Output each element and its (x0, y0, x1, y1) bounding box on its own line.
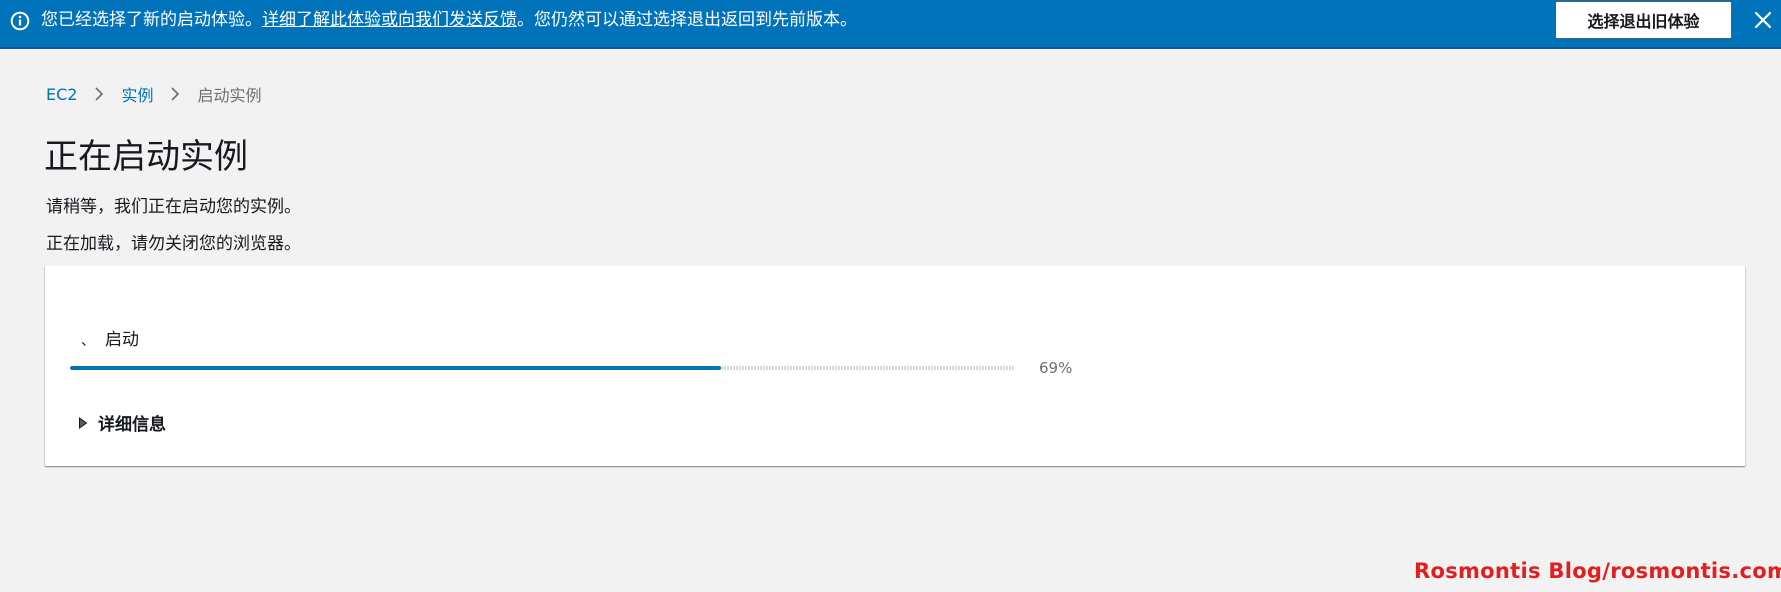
breadcrumb: EC2 实例 启动实例 (46, 82, 262, 106)
banner-text-after: 。您仍然可以通过选择退出返回到先前版本。 (517, 10, 857, 30)
flash-banner: 您已经选择了新的启动体验。详细了解此体验或向我们发送反馈。您仍然可以通过选择退出… (0, 0, 1781, 49)
loading-notice: 正在加载，请勿关闭您的浏览器。 (46, 234, 301, 254)
breadcrumb-ec2[interactable]: EC2 (46, 85, 77, 104)
watermark: Rosmontis Blog/rosmontis.com (1414, 559, 1781, 583)
caret-right-icon (79, 416, 88, 429)
info-icon (10, 11, 30, 31)
launch-progress-panel: 、启动 69% 详细信息 (45, 266, 1745, 466)
progress-percent: 69% (1039, 359, 1073, 377)
banner-text-before: 您已经选择了新的启动体验。 (41, 10, 262, 30)
progress-bar-fill (70, 366, 722, 370)
opt-out-button[interactable]: 选择退出旧体验 (1555, 1, 1732, 39)
page-description: 请稍等，我们正在启动您的实例。 (46, 197, 301, 217)
feedback-link[interactable]: 详细了解此体验或向我们发送反馈 (262, 10, 517, 30)
breadcrumb-instances[interactable]: 实例 (121, 82, 153, 106)
progress-step-label: 启动 (105, 330, 139, 350)
close-icon[interactable] (1753, 10, 1773, 30)
chevron-right-icon (171, 87, 180, 101)
chevron-right-icon (95, 87, 104, 101)
details-expander[interactable]: 详细信息 (78, 410, 166, 435)
progress-bar (70, 366, 1014, 370)
step-marker: 、 (81, 333, 95, 349)
breadcrumb-current: 启动实例 (197, 86, 262, 105)
details-label: 详细信息 (98, 415, 166, 435)
banner-message: 您已经选择了新的启动体验。详细了解此体验或向我们发送反馈。您仍然可以通过选择退出… (41, 9, 857, 31)
page-title: 正在启动实例 (44, 137, 248, 177)
progress-step: 、启动 (81, 329, 139, 352)
